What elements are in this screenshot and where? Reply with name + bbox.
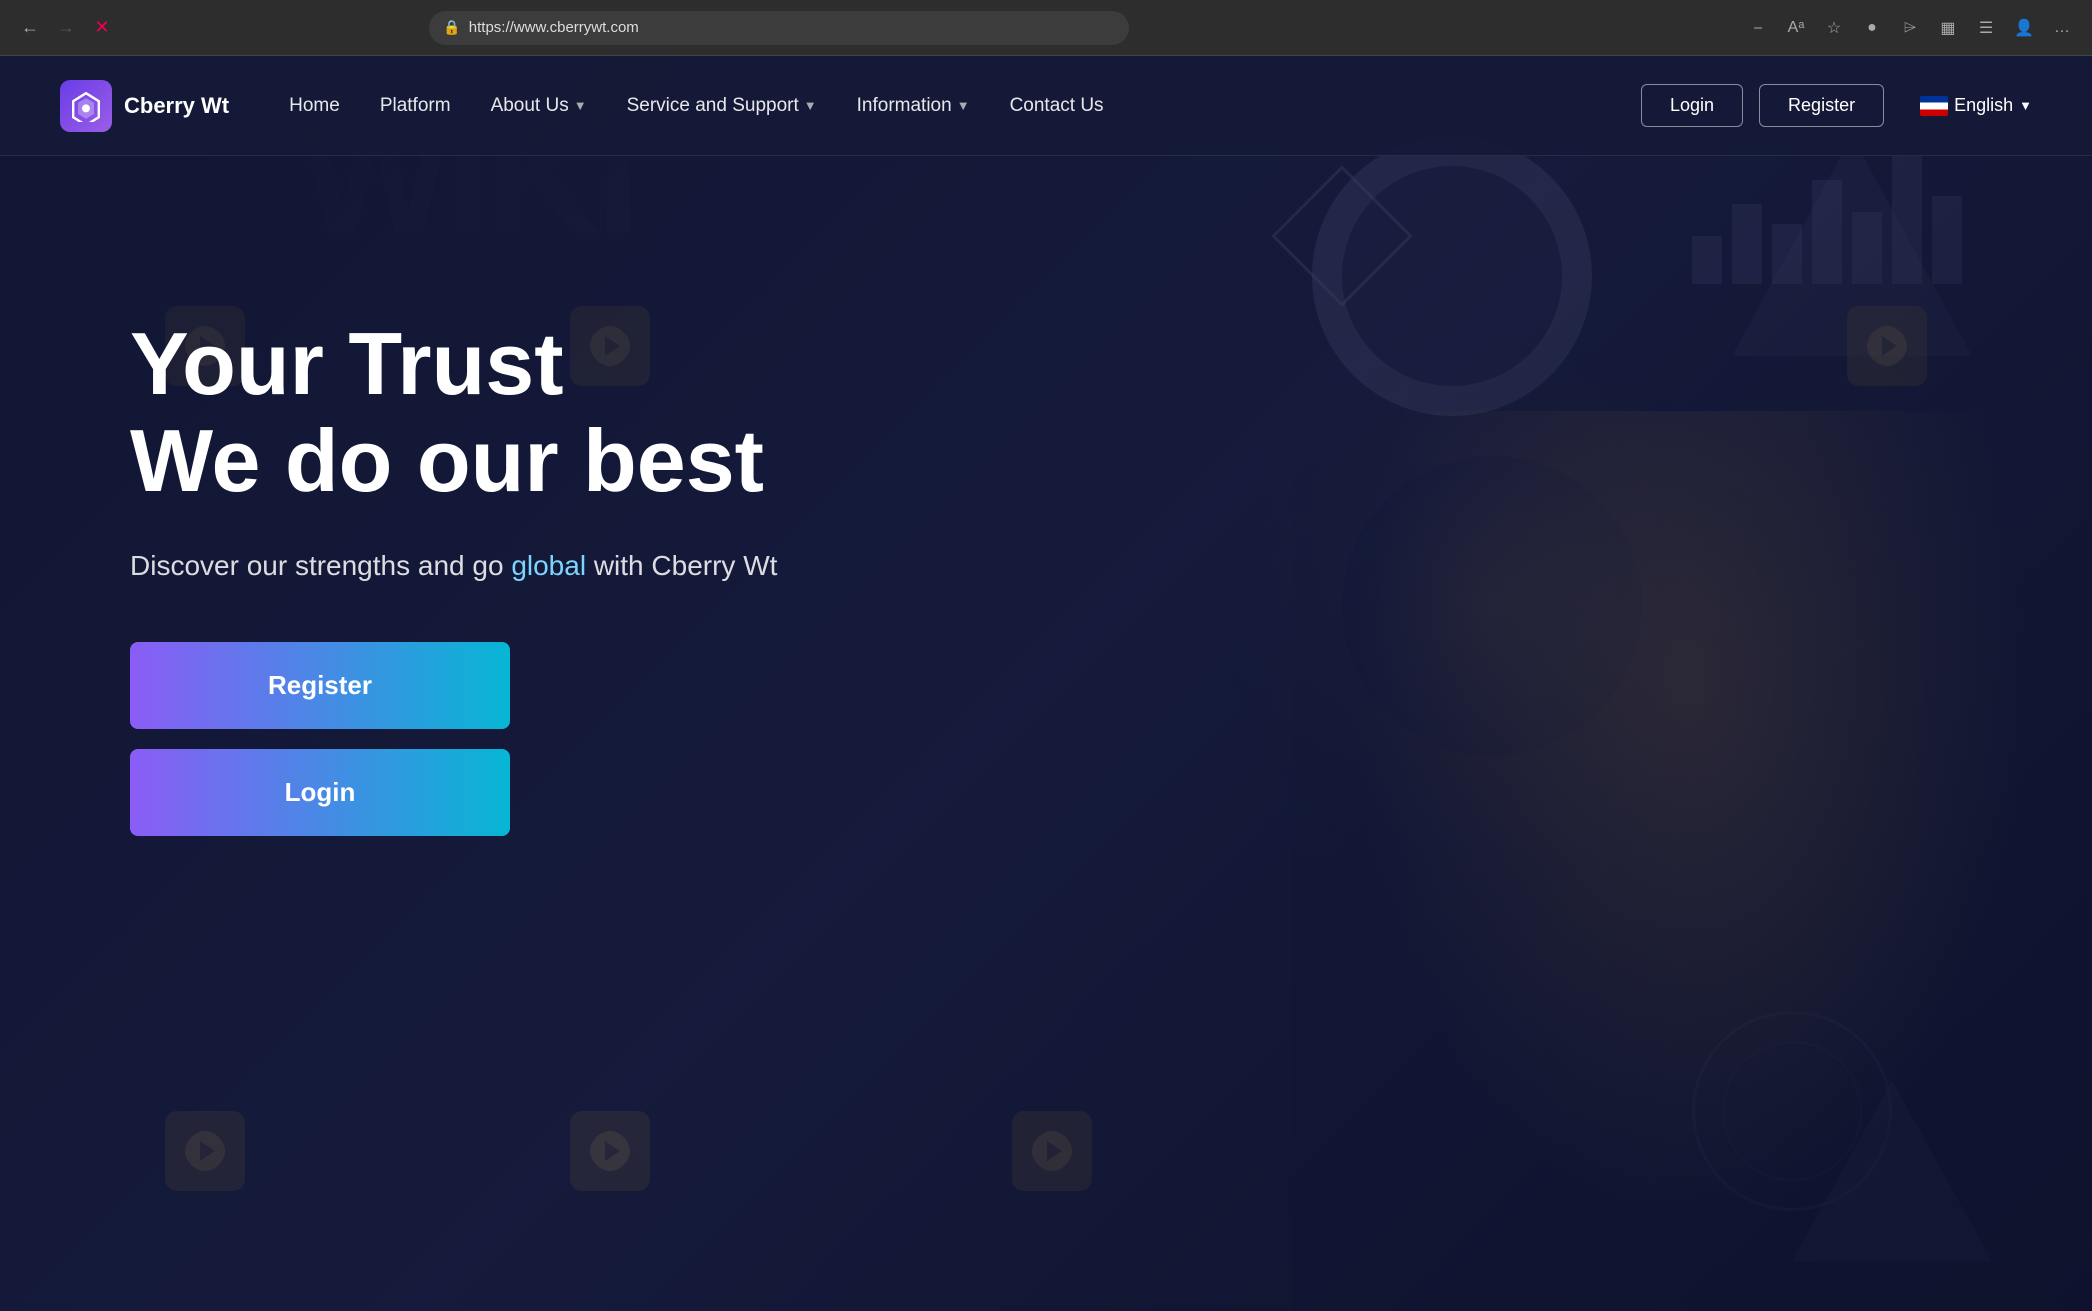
nav-links: Home Platform About Us ▼ Service and Sup… — [289, 95, 1641, 117]
extensions-icon[interactable]: ⌲ — [1896, 14, 1924, 42]
subtitle-suffix: with Cberry Wt — [586, 550, 777, 581]
tabs-icon[interactable]: ▦ — [1934, 14, 1962, 42]
nav-home[interactable]: Home — [289, 95, 340, 117]
favorites-icon[interactable]: ☆ — [1820, 14, 1848, 42]
service-dropdown-arrow: ▼ — [804, 98, 817, 113]
subtitle-highlight: global — [511, 550, 586, 581]
hero-title-line1: Your Trust — [130, 314, 564, 413]
browser-controls: ← → ✕ — [16, 14, 116, 42]
url-text: https://www.cberrywt.com — [469, 19, 639, 36]
lock-icon: 🔒 — [443, 19, 460, 36]
information-dropdown-arrow: ▼ — [957, 98, 970, 113]
nav-about-us[interactable]: About Us ▼ — [491, 95, 587, 117]
profile-icon[interactable]: ● — [1858, 14, 1886, 42]
nav-information[interactable]: Information ▼ — [857, 95, 970, 117]
nav-service-support[interactable]: Service and Support ▼ — [627, 95, 817, 117]
reader-mode-icon[interactable]: ⎯ — [1744, 14, 1772, 42]
hero-title-line2: We do our best — [130, 411, 764, 510]
hero-section: Your Trust We do our best Discover our s… — [0, 156, 2092, 836]
hero-register-button[interactable]: Register — [130, 642, 510, 729]
hero-buttons: Register Login — [130, 642, 510, 836]
nav-platform[interactable]: Platform — [380, 95, 451, 117]
about-us-dropdown-arrow: ▼ — [574, 98, 587, 113]
language-selector[interactable]: English ▼ — [1920, 95, 2032, 116]
logo-icon — [60, 80, 112, 132]
hero-subtitle: Discover our strengths and go global wit… — [130, 550, 1992, 582]
subtitle-prefix: Discover our strengths and go — [130, 550, 511, 581]
close-button[interactable]: ✕ — [88, 14, 116, 42]
browser-chrome: ← → ✕ 🔒 https://www.cberrywt.com ⎯ Aᵃ ☆ … — [0, 0, 2092, 56]
logo-text: Cberry Wt — [124, 93, 229, 119]
navbar: Cberry Wt Home Platform About Us ▼ Servi… — [0, 56, 2092, 156]
hero-login-button[interactable]: Login — [130, 749, 510, 836]
more-icon[interactable]: … — [2048, 14, 2076, 42]
nav-contact-us[interactable]: Contact Us — [1010, 95, 1104, 117]
website: WIKI — [0, 56, 2092, 1311]
account-icon[interactable]: 👤 — [2010, 14, 2038, 42]
browser-actions: ⎯ Aᵃ ☆ ● ⌲ ▦ ☰ 👤 … — [1744, 14, 2076, 42]
hero-title: Your Trust We do our best — [130, 316, 1992, 510]
login-button[interactable]: Login — [1641, 84, 1743, 127]
translate-icon[interactable]: Aᵃ — [1782, 14, 1810, 42]
register-button[interactable]: Register — [1759, 84, 1884, 127]
language-label: English — [1954, 95, 2013, 116]
logo-area[interactable]: Cberry Wt — [60, 80, 229, 132]
forward-button[interactable]: → — [52, 14, 80, 42]
address-bar[interactable]: 🔒 https://www.cberrywt.com — [429, 11, 1129, 45]
flag-icon — [1920, 96, 1948, 116]
nav-auth: Login Register English ▼ — [1641, 84, 2032, 127]
sidebar-icon[interactable]: ☰ — [1972, 14, 2000, 42]
language-dropdown-arrow: ▼ — [2019, 98, 2032, 113]
back-button[interactable]: ← — [16, 14, 44, 42]
